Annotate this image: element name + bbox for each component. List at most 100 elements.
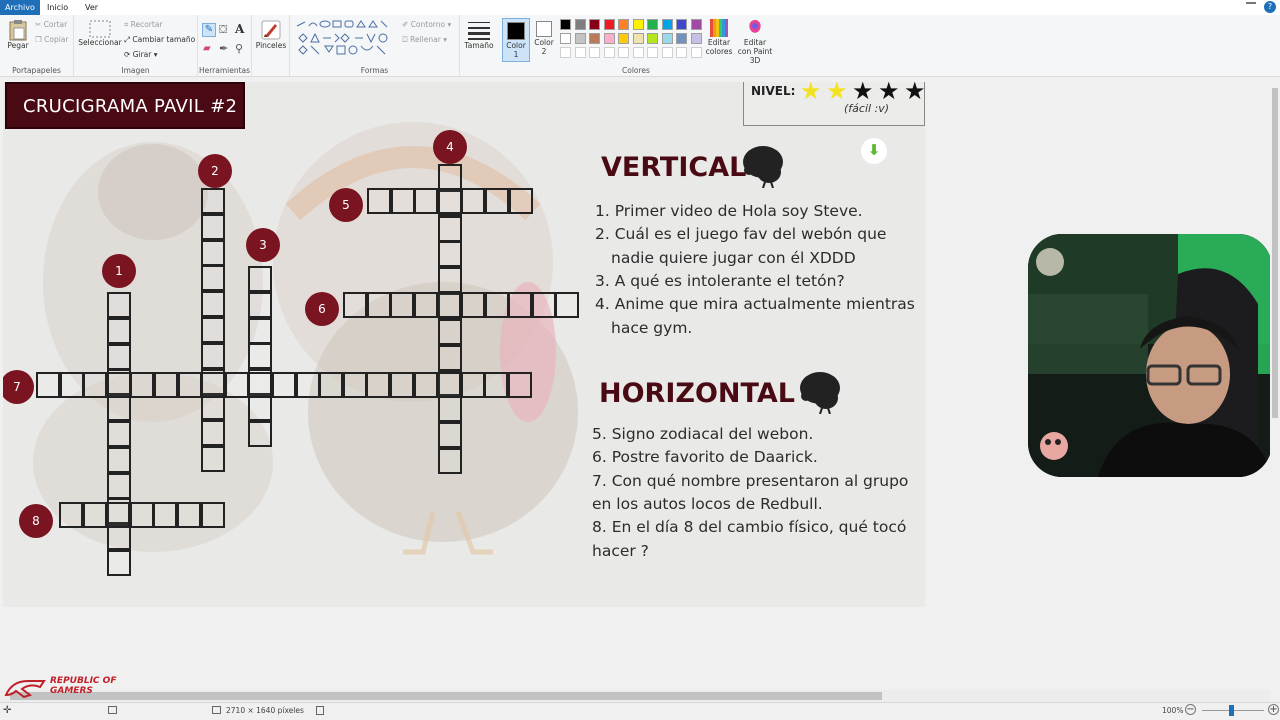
crossword-cell <box>437 292 462 318</box>
crossword-cell <box>484 292 509 318</box>
edit-colors-button[interactable]: Editar colores <box>706 18 732 56</box>
paint3d-label: Editar con Paint 3D <box>737 38 773 65</box>
outline-button[interactable]: ✐ Contorno ▾ <box>402 20 451 29</box>
palette-swatch-empty[interactable] <box>589 47 600 58</box>
menu-home[interactable]: Inicio <box>42 0 73 15</box>
crossword-cell <box>248 317 272 344</box>
palette-swatch[interactable] <box>603 33 615 44</box>
palette-swatch[interactable] <box>632 19 644 30</box>
clue-line: 3. A qué es intolerante el tetón? <box>595 271 845 290</box>
rotate-button[interactable]: ⟳ Girar ▾ <box>124 50 158 59</box>
horizontal-scroll-thumb[interactable] <box>10 692 882 700</box>
palette-swatch[interactable] <box>589 33 600 44</box>
color1-swatch <box>507 22 525 40</box>
fill-button[interactable]: ⛋ Rellenar ▾ <box>402 35 447 45</box>
paste-button[interactable]: Pegar <box>4 19 32 50</box>
horizontal-scrollbar[interactable] <box>0 690 1270 702</box>
clue-line: 8. En el día 8 del cambio físico, qué to… <box>592 518 907 537</box>
vertical-scrollbar[interactable] <box>1270 78 1280 690</box>
palette-swatch-empty[interactable] <box>676 47 687 58</box>
zoom-out-button[interactable]: − <box>1185 704 1196 715</box>
resize-button[interactable]: ⤢ Cambiar tamaño <box>124 35 195 45</box>
palette-swatch[interactable] <box>690 33 702 44</box>
crossword-cell <box>438 396 462 423</box>
crossword-cell <box>130 372 155 398</box>
vertical-heading: VERTICAL <box>601 152 747 183</box>
select-button[interactable]: Seleccionar <box>78 20 122 47</box>
collapse-ribbon-icon[interactable] <box>1246 2 1256 4</box>
palette-swatch[interactable] <box>676 33 687 44</box>
size-button[interactable]: Tamaño <box>463 19 495 50</box>
palette-swatch[interactable] <box>661 19 673 30</box>
clipboard-group-label: Portapapeles <box>12 66 61 75</box>
eraser-icon[interactable]: ▰ <box>203 43 211 54</box>
palette-swatch-empty[interactable] <box>690 47 702 58</box>
palette-swatch-empty[interactable] <box>647 47 658 58</box>
status-bar: ✛ 2710 × 1640 píxeles 100% − + <box>0 702 1280 720</box>
palette-swatch[interactable] <box>589 19 600 30</box>
palette-swatch-empty[interactable] <box>603 47 615 58</box>
shapes-gallery-icon[interactable] <box>295 20 395 60</box>
size-label: Tamaño <box>464 41 494 50</box>
pencil-icon[interactable]: ✎ <box>202 23 216 37</box>
crossword-cell <box>224 372 249 398</box>
palette-swatch[interactable] <box>647 19 658 30</box>
palette-swatch-empty[interactable] <box>661 47 673 58</box>
palette-swatch[interactable] <box>560 19 571 30</box>
palette-swatch-empty[interactable] <box>560 47 571 58</box>
vertical-scroll-thumb[interactable] <box>1272 88 1278 418</box>
paint3d-button[interactable]: Editar con Paint 3D <box>736 18 774 65</box>
crossword-cell <box>107 472 131 499</box>
paint3d-icon <box>749 20 761 33</box>
crop-button[interactable]: ⌗ Recortar <box>124 20 163 30</box>
crossword-cell <box>248 395 272 421</box>
palette-swatch[interactable] <box>690 19 702 30</box>
crossword-cell <box>153 502 178 528</box>
palette-swatch[interactable] <box>574 33 586 44</box>
palette-swatch-empty[interactable] <box>618 47 629 58</box>
outline-label: Contorno <box>410 20 446 29</box>
tools-group-label: Herramientas <box>198 66 251 75</box>
palette-swatch-empty[interactable] <box>632 47 644 58</box>
palette-swatch[interactable] <box>647 33 658 44</box>
palette-swatch[interactable] <box>574 19 586 30</box>
magnifier-icon[interactable]: ⚲ <box>235 42 243 55</box>
clue-line: hacer ? <box>592 541 649 560</box>
crossword-cell <box>106 372 131 398</box>
palette-swatch[interactable] <box>560 33 571 44</box>
palette-swatch-empty[interactable] <box>574 47 586 58</box>
streamer-camera-image <box>1028 234 1272 477</box>
zoom-in-button[interactable]: + <box>1268 704 1279 715</box>
fill-bucket-icon[interactable]: ⛋ <box>219 23 227 37</box>
menu-file[interactable]: Archivo <box>0 0 40 15</box>
color-picker-icon[interactable]: ✒ <box>219 42 228 55</box>
crossword-cell <box>106 502 131 528</box>
puzzle-title: CRUCIGRAMA PAVIL #2 <box>23 96 238 117</box>
zoom-slider-thumb[interactable] <box>1229 705 1234 716</box>
text-tool-icon[interactable]: A <box>235 22 244 36</box>
crossword-cell <box>129 502 154 528</box>
palette-swatch[interactable] <box>661 33 673 44</box>
rog-text: REPUBLIC OF GAMERS <box>50 676 116 696</box>
crop-icon: ⌗ <box>124 20 129 29</box>
color2-button[interactable]: Color 2 <box>532 18 556 56</box>
palette-swatch[interactable] <box>632 33 644 44</box>
brushes-button[interactable]: Pinceles <box>255 19 287 50</box>
color1-button[interactable]: Color 1 <box>502 18 530 62</box>
crossword-cell <box>414 188 439 214</box>
cut-button[interactable]: ✂ Cortar <box>35 20 67 29</box>
palette-swatch[interactable] <box>618 33 629 44</box>
palette-swatch[interactable] <box>603 19 615 30</box>
help-icon[interactable]: ? <box>1264 1 1276 13</box>
copy-button[interactable]: ❐ Copiar <box>35 35 68 44</box>
level-label: NIVEL: <box>751 84 796 98</box>
group-brushes: Pinceles <box>252 15 290 77</box>
rog-logo-icon <box>4 680 46 699</box>
drawing-canvas[interactable]: CRUCIGRAMA PAVIL #2 12345678 NIVEL: ★ ★ ★ ★… <box>3 82 925 607</box>
color1-label: Color 1 <box>506 41 526 59</box>
outline-icon: ✐ <box>402 20 409 29</box>
palette-swatch[interactable] <box>676 19 687 30</box>
menu-view[interactable]: Ver <box>80 0 103 15</box>
palette-swatch[interactable] <box>618 19 629 30</box>
crossword-cell <box>107 317 131 344</box>
